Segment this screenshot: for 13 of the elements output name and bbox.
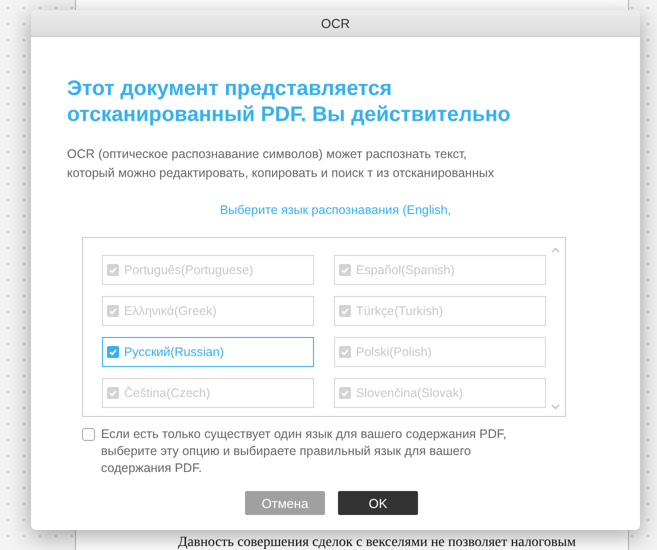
- document-text: Давность совершения сделок с векселями не позволяет налоговым: [177, 535, 577, 550]
- checkbox[interactable]: [107, 346, 119, 358]
- checkbox[interactable]: [82, 428, 95, 441]
- language-prompt[interactable]: Выберите язык распознавания (English,: [67, 203, 604, 217]
- language-option[interactable]: Русский(Russian): [102, 337, 314, 367]
- scroll-up-icon[interactable]: [551, 247, 560, 253]
- scroll-down-icon[interactable]: [551, 404, 560, 410]
- option-label: Если есть только существует один язык для вашего содержания PDF, выберите эту опцию и выбираете правильный язык для вашего содержания PDF.: [101, 426, 508, 477]
- ok-button[interactable]: OK: [338, 491, 418, 515]
- description-text: OCR (оптическое распознавание символов) может распознать текст, который можно редактировать, копировать и поиск т из отсканированных: [67, 146, 496, 182]
- window-title: OCR: [321, 16, 350, 30]
- cancel-button[interactable]: Отмена: [245, 491, 325, 515]
- dialog-heading: Этот документ представляется отсканированный PDF. Вы действительно: [67, 76, 512, 128]
